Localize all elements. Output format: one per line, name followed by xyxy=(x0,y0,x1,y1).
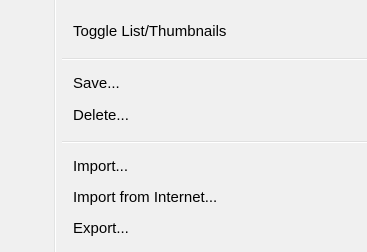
menu-item-import-from-internet[interactable]: Import from Internet... xyxy=(56,183,367,213)
menu-icon-gutter xyxy=(0,0,55,252)
menu-item-import[interactable]: Import... xyxy=(56,152,367,182)
menu-item-save[interactable]: Save... xyxy=(56,69,367,99)
menu-item-delete[interactable]: Delete... xyxy=(56,101,367,131)
menu-separator xyxy=(62,58,367,60)
menu-separator xyxy=(62,141,367,143)
menu-item-export[interactable]: Export... xyxy=(56,214,367,244)
context-menu: Toggle List/Thumbnails Save... Delete...… xyxy=(0,0,367,252)
menu-item-toggle-list-thumbnails[interactable]: Toggle List/Thumbnails xyxy=(56,17,367,47)
